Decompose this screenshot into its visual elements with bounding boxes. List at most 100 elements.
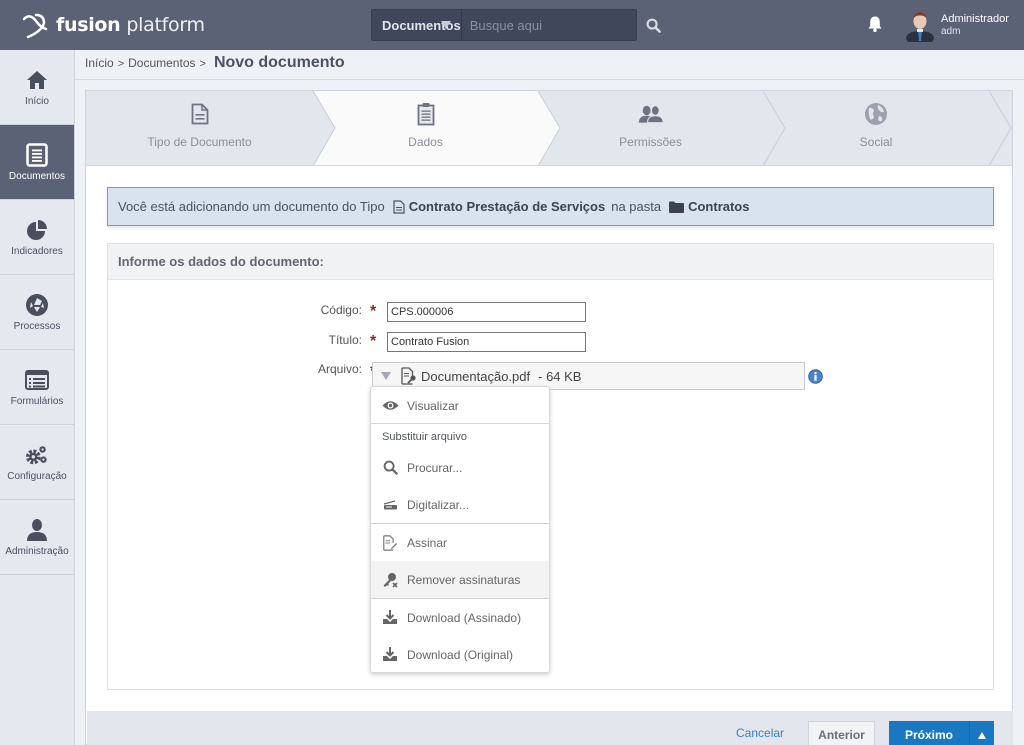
next-options-toggle[interactable] <box>969 721 994 745</box>
remove-signature-icon <box>381 571 399 589</box>
globe-icon <box>863 101 889 127</box>
wizard-step-label: Permissões <box>619 135 682 149</box>
document-data-form: Informe os dados do documento: Código: *… <box>107 243 994 690</box>
menu-item-label: Download (Assinado) <box>407 610 522 625</box>
info-icon[interactable] <box>808 369 823 384</box>
eye-icon <box>381 397 399 415</box>
file-actions-menu: Visualizar Substituir arquivo Procurar..… <box>370 386 550 673</box>
previous-button[interactable]: Anterior <box>808 721 875 745</box>
menu-item-assinar[interactable]: Assinar <box>371 524 549 561</box>
codigo-input[interactable] <box>387 302 586 322</box>
info-prefix: Você está adicionando um documento do Ti… <box>118 199 385 214</box>
sidebar-item-label: Administração <box>5 545 69 557</box>
arquivo-label: Arquivo: <box>317 362 362 376</box>
clipboard-icon <box>413 101 439 127</box>
brand-name-bold: fusion <box>56 14 121 36</box>
sidebar-item-configuracao[interactable]: Configuração <box>0 425 74 500</box>
wizard-footer: Cancelar Anterior Próximo <box>87 711 1013 745</box>
avatar[interactable] <box>905 8 935 42</box>
cancel-link[interactable]: Cancelar <box>736 726 784 740</box>
divider <box>75 79 1024 80</box>
titulo-input[interactable] <box>387 332 586 352</box>
search-button[interactable] <box>646 10 661 40</box>
sidebar-item-label: Documentos <box>8 170 66 182</box>
menu-item-label: Remover assinaturas <box>407 572 521 587</box>
sign-file-icon <box>381 534 399 552</box>
form-title: Informe os dados do documento: <box>108 244 993 280</box>
search-box: Documentos <box>371 9 661 41</box>
users-icon <box>638 101 664 127</box>
menu-item-digitalizar[interactable]: Digitalizar... <box>371 486 549 523</box>
page-title: Novo documento <box>213 54 345 71</box>
aperture-icon <box>25 293 49 317</box>
codigo-label: Código: <box>320 303 362 317</box>
user-login: adm <box>941 26 961 37</box>
sidebar-item-label: Processos <box>13 320 61 332</box>
top-bar: fusion platform Documentos Administrador… <box>0 0 1024 50</box>
file-size: - 64 KB <box>538 368 582 384</box>
download-icon <box>381 646 399 664</box>
gears-icon <box>25 443 49 467</box>
required-asterisk-icon: * <box>370 303 377 320</box>
titulo-label: Título: <box>328 333 362 347</box>
file-text-icon <box>187 101 213 127</box>
menu-item-label: Procurar... <box>407 460 463 475</box>
search-icon <box>381 459 399 477</box>
wizard-step-permissoes[interactable]: Permissões <box>538 91 763 166</box>
wizard-step-dados[interactable]: Dados <box>313 91 538 166</box>
document-icon <box>25 142 49 167</box>
sidebar-item-processos[interactable]: Processos <box>0 275 74 350</box>
menu-item-download-assinado[interactable]: Download (Assinado) <box>371 599 549 636</box>
info-middle: na pasta <box>611 199 662 214</box>
next-button[interactable]: Próximo <box>889 721 994 745</box>
wizard-step-social[interactable]: Social <box>763 91 989 166</box>
menu-item-visualizar[interactable]: Visualizar <box>371 387 549 424</box>
menu-item-procurar[interactable]: Procurar... <box>371 449 549 486</box>
notification-bell-icon[interactable] <box>866 15 884 33</box>
document-type-name: Contrato Prestação de Serviços <box>408 199 606 214</box>
pie-chart-icon <box>25 218 49 242</box>
menu-section-header: Substituir arquivo <box>382 431 467 443</box>
menu-item-download-original[interactable]: Download (Original) <box>371 636 549 673</box>
caret-up-icon <box>978 731 986 739</box>
user-name[interactable]: Administrador <box>941 13 1009 25</box>
info-banner: Você está adicionando um documento do Ti… <box>107 187 994 226</box>
menu-item-label: Visualizar <box>407 398 459 413</box>
search-icon <box>646 18 661 33</box>
sidebar-item-label: Indicadores <box>11 245 63 257</box>
logo[interactable]: fusion platform <box>22 10 205 40</box>
search-input[interactable] <box>461 10 646 40</box>
menu-item-label: Digitalizar... <box>407 497 470 512</box>
breadcrumb: Início > Documentos > Novo documento <box>85 54 345 76</box>
pdf-signed-file-icon <box>401 367 417 385</box>
sidebar-item-formularios[interactable]: Formulários <box>0 350 74 425</box>
sidebar-item-documentos[interactable]: Documentos <box>0 125 74 200</box>
next-button-label[interactable]: Próximo <box>889 728 969 742</box>
breadcrumb-separator: > <box>199 58 206 70</box>
file-name[interactable]: Documentação.pdf <box>421 369 530 384</box>
home-icon <box>25 68 49 92</box>
wizard-steps: Tipo de Documento Dados Permissões Socia… <box>86 91 1012 166</box>
sidebar-item-inicio[interactable]: Início <box>0 50 74 125</box>
breadcrumb-link-inicio[interactable]: Início <box>85 56 114 70</box>
caret-down-icon <box>440 21 451 29</box>
sidebar-item-label: Formulários <box>10 395 64 407</box>
sidebar: Início Documentos Indicadores Processos … <box>0 50 75 745</box>
search-scope-dropdown[interactable]: Documentos <box>372 10 462 40</box>
sidebar-item-label: Configuração <box>7 470 67 482</box>
brand-name-light: platform <box>126 14 205 36</box>
download-icon <box>381 609 399 627</box>
wizard-step-tipo-documento[interactable]: Tipo de Documento <box>86 91 313 166</box>
scanner-icon <box>381 496 399 514</box>
menu-item-label: Download (Original) <box>407 647 514 662</box>
breadcrumb-link-documentos[interactable]: Documentos <box>128 56 195 70</box>
user-icon <box>25 518 49 542</box>
breadcrumb-separator: > <box>117 58 125 70</box>
sidebar-item-indicadores[interactable]: Indicadores <box>0 200 74 275</box>
caret-down-icon <box>381 372 391 380</box>
sidebar-item-label: Início <box>25 95 49 107</box>
sidebar-item-administracao[interactable]: Administração <box>0 500 74 575</box>
menu-divider <box>371 423 549 424</box>
form-list-icon <box>25 368 49 392</box>
menu-item-remover-assinaturas[interactable]: Remover assinaturas <box>371 561 549 598</box>
